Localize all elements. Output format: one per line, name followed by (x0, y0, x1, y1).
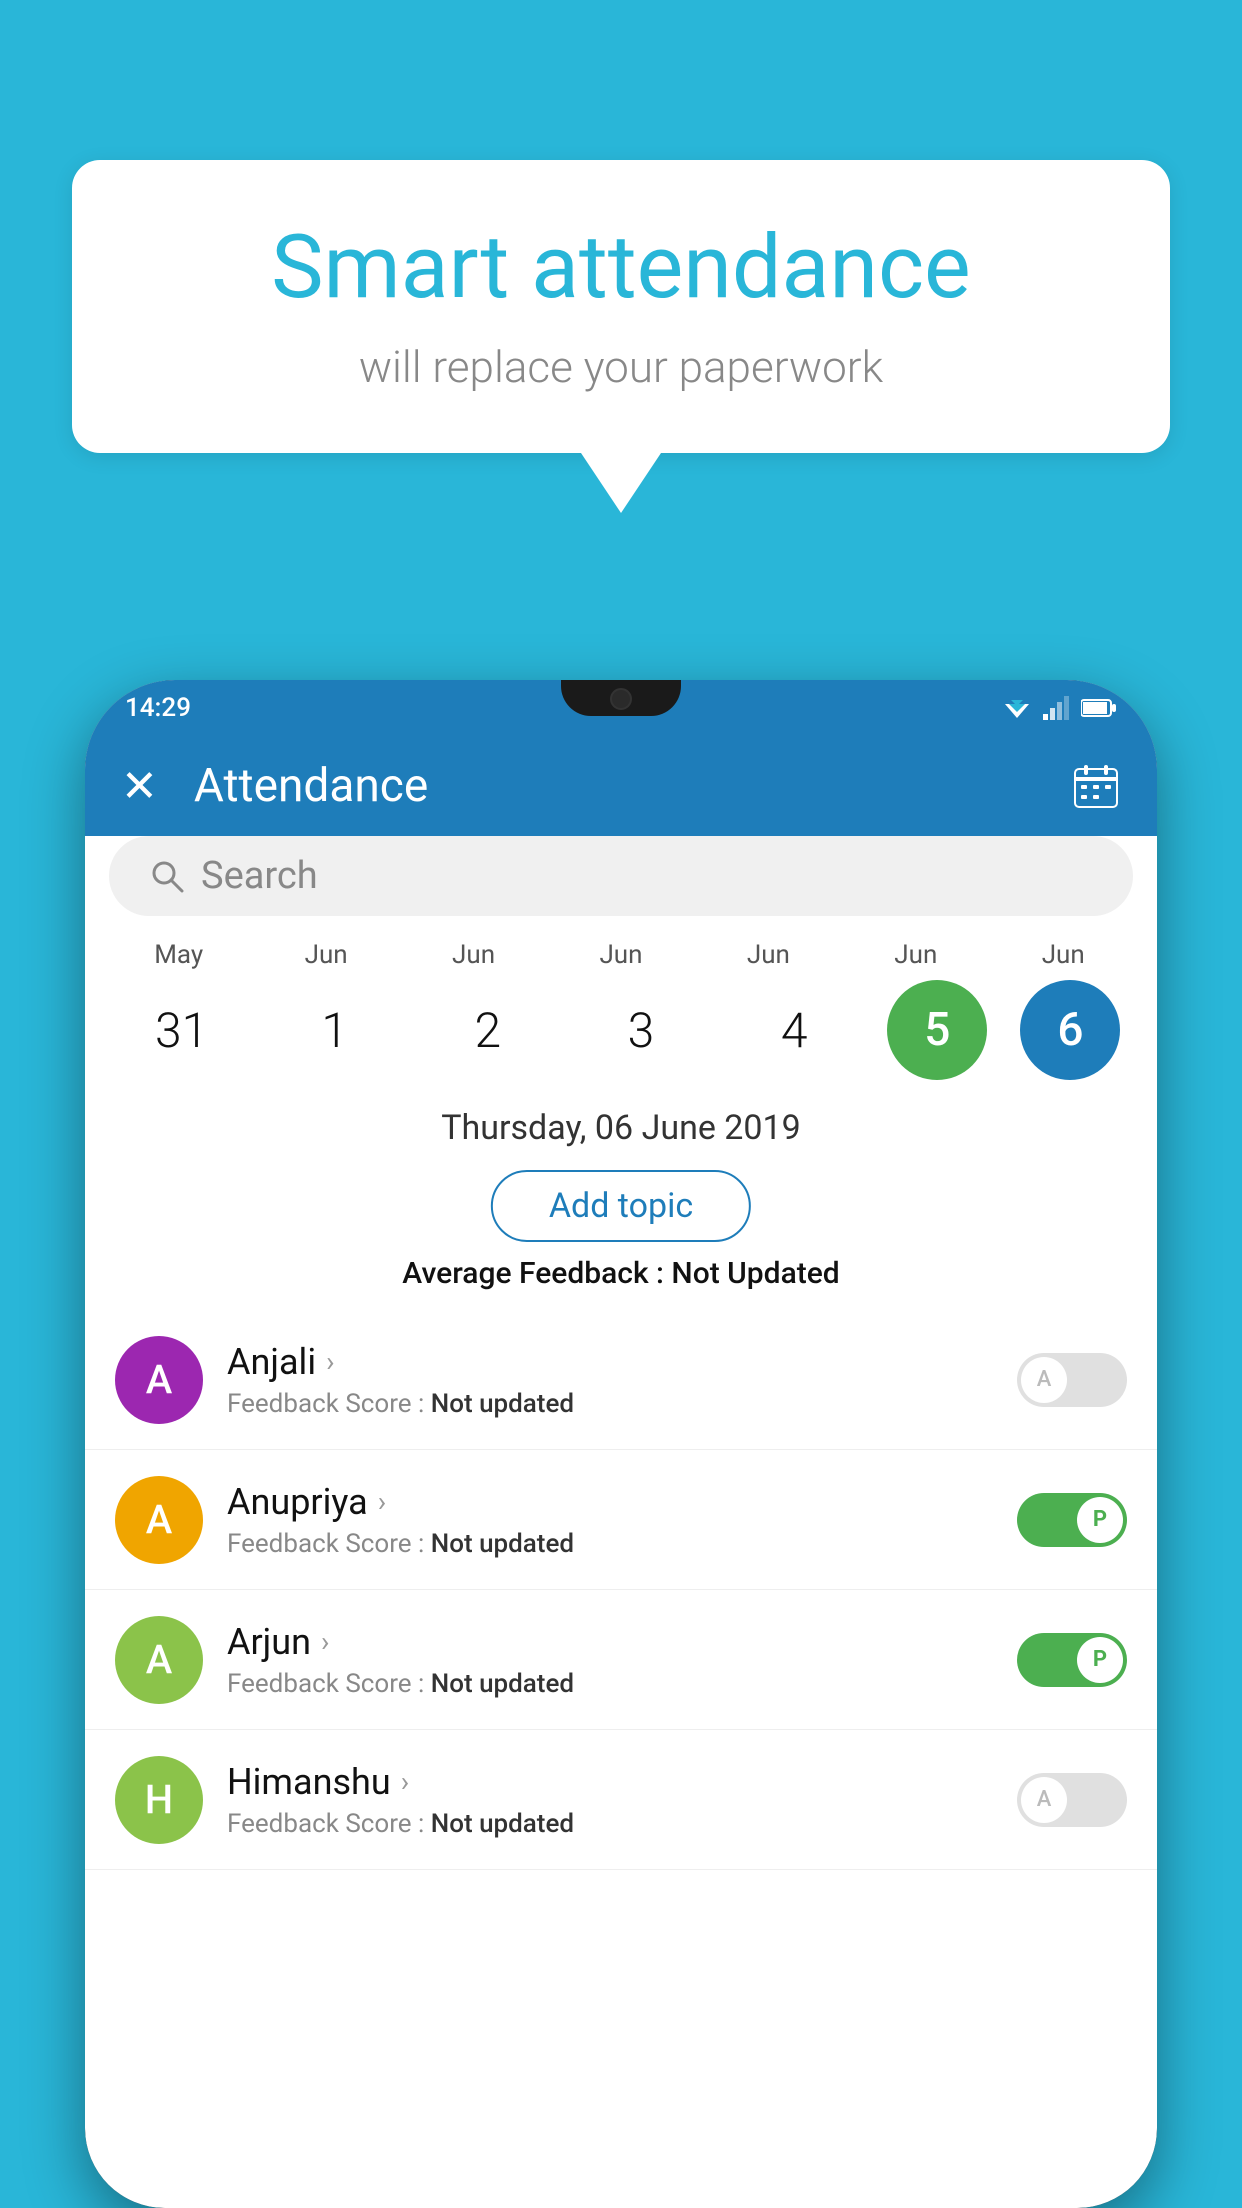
toggle-switch-anjali[interactable]: A (1017, 1353, 1127, 1407)
toggle-knob-anjali: A (1021, 1357, 1067, 1403)
phone-screen: 14:29 (85, 680, 1157, 2208)
student-info-himanshu: Himanshu › Feedback Score : Not updated (227, 1761, 1017, 1839)
screen-title: Attendance (194, 759, 1071, 813)
average-feedback: Average Feedback : Not Updated (85, 1256, 1157, 1291)
cal-month-6: Jun (1003, 940, 1123, 970)
search-icon (149, 858, 185, 894)
bubble-subtitle: will replace your paperwork (152, 341, 1090, 393)
cal-date-5[interactable]: 5 (887, 980, 987, 1080)
selected-date-label: Thursday, 06 June 2019 (85, 1108, 1157, 1148)
toggle-himanshu[interactable]: A (1017, 1773, 1127, 1827)
search-bar[interactable]: Search (109, 836, 1133, 916)
search-placeholder: Search (201, 854, 318, 898)
avg-feedback-value: Not Updated (671, 1256, 839, 1291)
bubble-title: Smart attendance (152, 220, 1090, 317)
cal-month-2: Jun (414, 940, 534, 970)
student-list: A Anjali › Feedback Score : Not updated … (85, 1310, 1157, 2208)
student-feedback-anjali: Feedback Score : Not updated (227, 1389, 1017, 1419)
phone-notch (561, 680, 681, 716)
chevron-icon: › (321, 1625, 329, 1658)
status-icons (1001, 696, 1117, 720)
student-name-anjali: Anjali › (227, 1341, 1017, 1383)
student-feedback-anupriya: Feedback Score : Not updated (227, 1529, 1017, 1559)
avatar-himanshu: H (115, 1756, 203, 1844)
chevron-icon: › (401, 1765, 409, 1798)
calendar-months-row: May Jun Jun Jun Jun Jun Jun (85, 940, 1157, 970)
toggle-switch-himanshu[interactable]: A (1017, 1773, 1127, 1827)
student-name-himanshu: Himanshu › (227, 1761, 1017, 1803)
add-topic-button[interactable]: Add topic (491, 1170, 751, 1242)
student-name-anupriya: Anupriya › (227, 1481, 1017, 1523)
cal-date-4[interactable]: 4 (734, 1002, 854, 1059)
student-info-anupriya: Anupriya › Feedback Score : Not updated (227, 1481, 1017, 1559)
student-name-arjun: Arjun › (227, 1621, 1017, 1663)
toggle-anjali[interactable]: A (1017, 1353, 1127, 1407)
toggle-anupriya[interactable]: P (1017, 1493, 1127, 1547)
chevron-icon: › (326, 1345, 334, 1378)
cal-date-3[interactable]: 3 (581, 1002, 701, 1059)
calendar-dates-row: 31 1 2 3 4 5 6 (85, 980, 1157, 1080)
cal-date-6[interactable]: 6 (1020, 980, 1120, 1080)
toggle-arjun[interactable]: P (1017, 1633, 1127, 1687)
toggle-knob-himanshu: A (1021, 1777, 1067, 1823)
avatar-arjun: A (115, 1616, 203, 1704)
cal-month-5: Jun (856, 940, 976, 970)
cal-month-3: Jun (561, 940, 681, 970)
student-item-anjali[interactable]: A Anjali › Feedback Score : Not updated … (85, 1310, 1157, 1450)
cal-month-1: Jun (266, 940, 386, 970)
avatar-anjali: A (115, 1336, 203, 1424)
student-info-arjun: Arjun › Feedback Score : Not updated (227, 1621, 1017, 1699)
student-item-arjun[interactable]: A Arjun › Feedback Score : Not updated P (85, 1590, 1157, 1730)
phone-camera (610, 688, 632, 710)
toggle-knob-anupriya: P (1077, 1497, 1123, 1543)
toggle-switch-arjun[interactable]: P (1017, 1633, 1127, 1687)
status-time: 14:29 (125, 693, 191, 723)
phone-frame: 14:29 (85, 680, 1157, 2208)
student-item-anupriya[interactable]: A Anupriya › Feedback Score : Not update… (85, 1450, 1157, 1590)
signal-icon (1043, 696, 1071, 720)
avg-feedback-label: Average Feedback : (402, 1256, 671, 1291)
bubble-arrow (581, 453, 661, 513)
speech-bubble: Smart attendance will replace your paper… (72, 160, 1170, 453)
cal-date-31[interactable]: 31 (122, 1002, 242, 1059)
toggle-knob-arjun: P (1077, 1637, 1123, 1683)
cal-date-1[interactable]: 1 (275, 1002, 395, 1059)
student-info-anjali: Anjali › Feedback Score : Not updated (227, 1341, 1017, 1419)
cal-month-4: Jun (708, 940, 828, 970)
cal-date-2[interactable]: 2 (428, 1002, 548, 1059)
student-feedback-himanshu: Feedback Score : Not updated (227, 1809, 1017, 1839)
speech-bubble-container: Smart attendance will replace your paper… (72, 160, 1170, 513)
cal-month-0: May (119, 940, 239, 970)
chevron-icon: › (378, 1485, 386, 1518)
calendar-icon[interactable] (1071, 761, 1121, 811)
wifi-icon (1001, 696, 1033, 720)
student-item-himanshu[interactable]: H Himanshu › Feedback Score : Not update… (85, 1730, 1157, 1870)
avatar-anupriya: A (115, 1476, 203, 1564)
student-feedback-arjun: Feedback Score : Not updated (227, 1669, 1017, 1699)
toggle-switch-anupriya[interactable]: P (1017, 1493, 1127, 1547)
close-button[interactable]: ✕ (121, 760, 158, 812)
app-bar: ✕ Attendance (85, 736, 1157, 836)
battery-icon (1081, 698, 1117, 718)
